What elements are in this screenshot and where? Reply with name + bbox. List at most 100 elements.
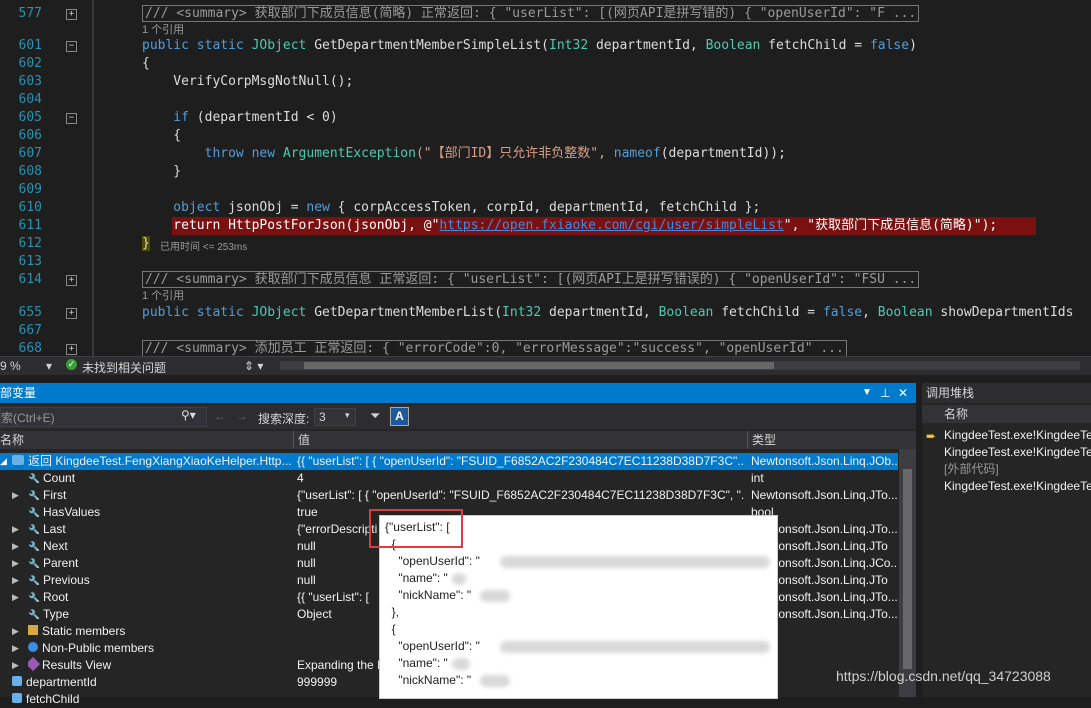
row-name-wrap: 🔧 Count [28,470,292,487]
code-line-606[interactable]: { [142,127,181,145]
line-number: 608 [18,164,42,179]
column-type[interactable]: 类型 [752,431,776,449]
expand-arrow-icon[interactable]: ▶ [12,487,19,504]
code-line-668[interactable]: /// <summary> 添加员工 正常返回: { "errorCode":0… [142,340,847,356]
close-icon[interactable]: ✕ [898,383,908,403]
code-line-607[interactable]: throw new ArgumentException("【部门ID】只允许非负… [142,145,786,163]
expand-outline-icon[interactable]: + [66,9,77,20]
column-value[interactable]: 值 [298,431,310,449]
call-stack-panel: 调用堆栈 名称 ➨ KingdeeTest.exe!KingdeeTes Kin… [922,383,1091,697]
row-name-wrap: departmentId [12,674,292,691]
reference-count[interactable]: 1 个引用 [142,289,184,303]
code-token: return HttpPostForJson(jsonObj, @" [142,218,440,233]
collapsed-summary[interactable]: /// <summary> 添加员工 正常返回: { "errorCode":0… [142,340,847,356]
dropdown-icon[interactable]: ▼ [862,383,872,403]
code-line-610[interactable]: object jsonObj = new { corpAccessToken, … [142,199,760,217]
code-line-614[interactable]: /// <summary> 获取部门下成员信息 正常返回: { "userLis… [142,271,920,289]
collapsed-summary[interactable]: /// <summary> 获取部门下成员信息(简略) 正常返回: { "use… [142,5,920,22]
code-token: (departmentId)); [660,146,786,161]
expand-arrow-icon[interactable]: ▶ [12,572,19,589]
call-stack-header: 名称 [922,405,1091,423]
scrollbar-thumb[interactable] [903,469,912,669]
row-name-wrap: 🔧 Last [28,521,292,538]
locals-row[interactable]: ▶ 🔧 First {"userList": [ { "openUserId": … [0,487,898,504]
expand-arrow-icon[interactable]: ▶ [12,657,19,674]
search-depth-select[interactable]: 3 ▾ [314,408,356,426]
forward-arrow-icon[interactable]: → [236,409,248,423]
redacted-value [480,590,510,602]
code-line-577[interactable]: /// <summary> 获取部门下成员信息(简略) 正常返回: { "use… [142,5,920,23]
call-stack-frame[interactable]: KingdeeTest.exe!KingdeeTes [944,427,1091,444]
line-number: 605 [18,110,42,125]
font-icon[interactable]: A [390,407,409,426]
locals-row[interactable]: 🔧 Count 4 int [0,470,898,487]
code-token: public static [142,38,252,53]
collapse-arrow-icon[interactable]: ◢ [0,453,7,470]
code-line-602[interactable]: { [142,55,150,73]
code-token: false [822,305,863,320]
code-line-612[interactable]: } [142,235,150,253]
code-line-608[interactable]: } [142,163,181,181]
row-name-wrap: 🔧 Previous [28,572,292,589]
code-line-603[interactable]: VerifyCorpMsgNotNull(); [142,73,353,91]
expand-arrow-icon[interactable]: ▶ [12,589,19,606]
url-link[interactable]: https://open.fxiaoke.com/cgi/user/simple… [439,218,783,233]
row-name-wrap: 🔧 Parent [28,555,292,572]
row-name-wrap: 🔧 Type [28,606,292,623]
reference-count[interactable]: 1 个引用 [142,23,184,37]
column-name[interactable]: 名称 [944,405,968,423]
wrench-icon: 🔧 [28,541,39,551]
expand-outline-icon[interactable]: + [66,275,77,286]
return-value-icon [12,455,24,465]
json-line: "openUserId": " [385,639,480,653]
expand-outline-icon[interactable]: + [66,344,77,355]
locals-row[interactable]: ◢ 返回 KingdeeTest.FengXiangXiaoKeHelper.H… [0,453,898,470]
json-line: "openUserId": " [385,554,480,568]
row-name-wrap: 返回 KingdeeTest.FengXiangXiaoKeHelper.Htt… [12,453,292,470]
column-name[interactable]: 名称 [0,431,24,449]
issues-status[interactable]: 未找到相关问题 [82,359,166,376]
expand-arrow-icon[interactable]: ▶ [12,555,19,572]
line-number: 613 [18,254,42,269]
collapse-outline-icon[interactable]: − [66,113,77,124]
code-editor[interactable]: 577 601 602 603 604 605 606 607 608 609 … [0,0,1091,356]
code-line-605[interactable]: if (departmentId < 0) [142,109,338,127]
call-stack-frame[interactable]: [外部代码] [944,461,1091,478]
collapsed-summary[interactable]: /// <summary> 获取部门下成员信息 正常返回: { "userLis… [142,271,920,288]
expand-arrow-icon[interactable]: ▶ [12,623,19,640]
pin-icon[interactable]: ⊥ [880,383,890,403]
variable-icon [12,693,22,703]
expand-outline-icon[interactable]: + [66,308,77,319]
collapse-outline-icon[interactable]: − [66,41,77,52]
zoom-level[interactable]: 9 % [0,359,21,373]
code-line-601[interactable]: public static JObject GetDepartmentMembe… [142,37,917,55]
code-line-655[interactable]: public static JObject GetDepartmentMembe… [142,304,1073,322]
code-token: } [142,236,150,251]
redacted-value [452,658,470,670]
code-token: if [142,110,189,125]
code-token: (departmentId < 0) [188,110,338,125]
vertical-scrollbar[interactable] [899,449,916,697]
wrench-icon: 🔧 [28,473,39,483]
back-arrow-icon[interactable]: ← [214,409,226,423]
wrench-icon: 🔧 [28,490,39,500]
row-name: Count [43,471,76,485]
expand-arrow-icon[interactable]: ▶ [12,640,19,657]
search-icon[interactable]: ⚲▾ [181,408,196,422]
filter-icon[interactable]: ⏷ [370,408,380,424]
wrench-icon: 🔧 [28,609,39,619]
navigate-icon[interactable]: ⇕ ▾ [244,359,263,373]
code-token: GetDepartmentMemberList( [306,305,503,320]
horizontal-scrollbar[interactable] [280,361,1080,370]
expand-arrow-icon[interactable]: ▶ [12,521,19,538]
json-line: "nickName": " [385,588,472,602]
row-name: departmentId [26,675,97,689]
call-stack-frame[interactable]: KingdeeTest.exe!KingdeeTes [944,478,1091,495]
call-stack-frame[interactable]: KingdeeTest.exe!KingdeeTes [944,444,1091,461]
scrollbar-thumb[interactable] [304,362,774,369]
expand-arrow-icon[interactable]: ▶ [12,538,19,555]
code-line-611[interactable]: return HttpPostForJson(jsonObj, @"https:… [142,217,997,235]
zoom-dropdown-icon[interactable]: ▾ [46,359,52,373]
search-box[interactable]: 索(Ctrl+E) ⚲▾ [0,407,207,427]
search-input[interactable]: 索(Ctrl+E) [1,409,55,426]
